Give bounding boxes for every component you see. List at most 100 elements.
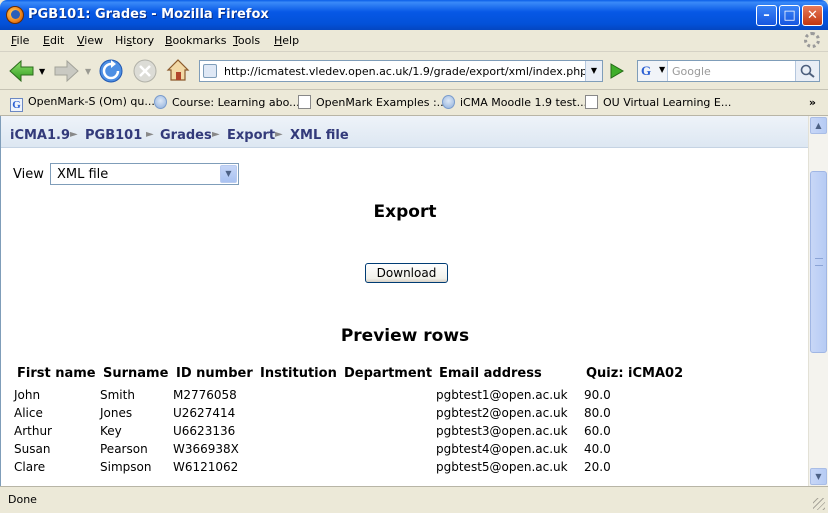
site-identity-icon[interactable] xyxy=(203,64,217,78)
cell-id-number: W6121062 xyxy=(173,460,239,474)
cell-quiz: 80.0 xyxy=(584,406,611,420)
moodle-icon xyxy=(442,95,455,109)
cell-surname: Smith xyxy=(100,388,135,402)
resize-grip-icon[interactable] xyxy=(813,498,825,510)
view-label: View xyxy=(13,167,44,182)
go-arrow-icon[interactable] xyxy=(607,62,627,80)
cell-quiz: 90.0 xyxy=(584,388,611,402)
stop-icon[interactable] xyxy=(132,58,158,84)
moodle-icon xyxy=(154,95,167,109)
close-button[interactable]: ✕ xyxy=(802,5,823,26)
preview-heading: Preview rows xyxy=(340,326,470,346)
reload-icon[interactable] xyxy=(98,58,124,84)
column-header-quiz: Quiz: iCMA02 xyxy=(586,366,684,381)
breadcrumb-separator-icon: ► xyxy=(275,129,283,140)
bookmark-item[interactable]: Course: Learning abo... xyxy=(154,95,300,111)
cell-email: pgbtest4@open.ac.uk xyxy=(436,442,568,456)
minimize-button[interactable]: – xyxy=(756,5,777,26)
export-heading: Export xyxy=(373,202,437,222)
column-header-first-name: First name xyxy=(17,366,96,381)
menu-history[interactable]: History xyxy=(115,34,154,47)
breadcrumb-link-course[interactable]: PGB101 xyxy=(85,128,142,143)
cell-quiz: 60.0 xyxy=(584,424,611,438)
cell-surname: Jones xyxy=(100,406,133,420)
cell-quiz: 40.0 xyxy=(584,442,611,456)
cell-email: pgbtest1@open.ac.uk xyxy=(436,388,568,402)
status-bar: Done xyxy=(0,486,828,513)
search-engine-selector[interactable]: G ▼ xyxy=(638,61,668,81)
breadcrumb: iCMA1.9 ► PGB101 ► Grades ► Export ► XML… xyxy=(1,116,808,148)
home-icon[interactable] xyxy=(165,57,191,83)
column-header-email: Email address xyxy=(439,366,542,381)
menu-edit[interactable]: Edit xyxy=(43,34,64,47)
cell-first-name: John xyxy=(14,388,41,402)
url-text: http://icmatest.vledev.open.ac.uk/1.9/gr… xyxy=(224,65,588,78)
forward-history-dropdown-icon[interactable]: ▼ xyxy=(85,67,91,76)
page-icon xyxy=(585,95,598,109)
column-header-surname: Surname xyxy=(103,366,169,381)
page-icon xyxy=(298,95,311,109)
column-header-id-number: ID number xyxy=(176,366,253,381)
chevron-down-icon: ▼ xyxy=(659,65,666,74)
cell-id-number: U6623136 xyxy=(173,424,236,438)
search-input[interactable]: Google xyxy=(672,65,711,78)
maximize-button[interactable]: □ xyxy=(779,5,800,26)
cell-surname: Pearson xyxy=(100,442,148,456)
cell-first-name: Alice xyxy=(14,406,43,420)
bookmarks-toolbar: G OpenMark-S (Om) qu... Course: Learning … xyxy=(0,90,828,116)
bookmark-item[interactable]: iCMA Moodle 1.9 test... xyxy=(442,95,587,111)
menu-file[interactable]: File xyxy=(11,34,29,47)
status-text: Done xyxy=(8,493,37,506)
forward-arrow-icon[interactable] xyxy=(52,59,80,83)
cell-surname: Simpson xyxy=(100,460,152,474)
navigation-toolbar: ▼ ▼ http://icmatest.vledev.open.ac.uk/1.… xyxy=(0,52,828,90)
scrollbar-thumb[interactable] xyxy=(810,171,827,353)
cell-id-number: W366938X xyxy=(173,442,239,456)
url-dropdown-icon[interactable]: ▼ xyxy=(585,61,602,81)
back-arrow-icon[interactable] xyxy=(8,59,36,83)
chevron-right-icon[interactable]: » xyxy=(809,96,816,109)
breadcrumb-separator-icon: ► xyxy=(212,129,220,140)
menu-view[interactable]: View xyxy=(77,34,103,47)
cell-first-name: Arthur xyxy=(14,424,52,438)
cell-id-number: U2627414 xyxy=(173,406,236,420)
breadcrumb-separator-icon: ► xyxy=(70,129,78,140)
column-header-institution: Institution xyxy=(260,366,337,381)
breadcrumb-link-site[interactable]: iCMA1.9 xyxy=(10,128,70,143)
page-content: iCMA1.9 ► PGB101 ► Grades ► Export ► XML… xyxy=(0,116,808,486)
menu-tools[interactable]: Tools xyxy=(233,34,260,47)
breadcrumb-link-grades[interactable]: Grades xyxy=(160,128,212,143)
scroll-down-icon[interactable]: ▼ xyxy=(810,468,827,485)
cell-email: pgbtest2@open.ac.uk xyxy=(436,406,568,420)
vertical-scrollbar[interactable]: ▲ ▼ xyxy=(808,116,828,486)
view-select-value: XML file xyxy=(57,167,109,182)
menu-help[interactable]: Help xyxy=(274,34,299,47)
cell-first-name: Susan xyxy=(14,442,51,456)
cell-email: pgbtest3@open.ac.uk xyxy=(436,424,568,438)
menu-bar: File Edit View History Bookmarks Tools H… xyxy=(0,30,828,52)
breadcrumb-link-export[interactable]: Export xyxy=(227,128,275,143)
cell-first-name: Clare xyxy=(14,460,46,474)
firefox-icon xyxy=(6,6,24,24)
bookmark-item[interactable]: G OpenMark-S (Om) qu... xyxy=(10,95,155,112)
scroll-up-icon[interactable]: ▲ xyxy=(810,117,827,134)
chevron-down-icon[interactable]: ▼ xyxy=(220,165,237,183)
column-header-department: Department xyxy=(344,366,433,381)
download-button[interactable]: Download xyxy=(365,263,448,283)
window-title: PGB101: Grades - Mozilla Firefox xyxy=(28,7,269,22)
bookmark-item[interactable]: OU Virtual Learning E... xyxy=(585,95,731,111)
url-bar[interactable]: http://icmatest.vledev.open.ac.uk/1.9/gr… xyxy=(199,60,603,82)
grip-icon xyxy=(815,258,823,266)
menu-bookmarks[interactable]: Bookmarks xyxy=(165,34,226,47)
cell-quiz: 20.0 xyxy=(584,460,611,474)
title-bar: PGB101: Grades - Mozilla Firefox – □ ✕ xyxy=(0,0,828,30)
breadcrumb-separator-icon: ► xyxy=(146,129,154,140)
cell-email: pgbtest5@open.ac.uk xyxy=(436,460,568,474)
view-select[interactable]: XML file ▼ xyxy=(50,163,239,185)
breadcrumb-current: XML file xyxy=(290,128,349,143)
search-icon[interactable] xyxy=(795,61,819,81)
cell-id-number: M2776058 xyxy=(173,388,237,402)
search-bar[interactable]: G ▼ Google xyxy=(637,60,820,82)
bookmark-item[interactable]: OpenMark Examples :... xyxy=(298,95,447,111)
back-history-dropdown-icon[interactable]: ▼ xyxy=(39,67,45,76)
